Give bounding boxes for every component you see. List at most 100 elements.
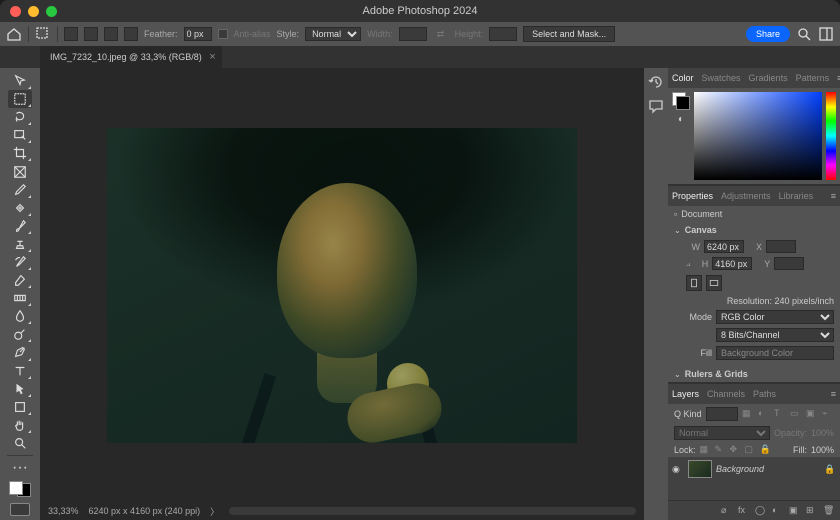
hue-mode-icon[interactable]: ◐ xyxy=(678,114,684,125)
edit-toolbar-button[interactable]: ··· xyxy=(8,459,32,477)
layer-name[interactable]: Background xyxy=(716,464,820,474)
lasso-tool[interactable] xyxy=(8,108,32,126)
hue-slider[interactable] xyxy=(826,92,836,180)
canvas-width-input[interactable] xyxy=(704,240,744,253)
lock-image-icon[interactable]: ✎ xyxy=(715,444,726,455)
canvas-x-input[interactable] xyxy=(766,240,796,253)
filter-shape-icon[interactable]: ▭ xyxy=(790,408,802,420)
portrait-orient-button[interactable] xyxy=(686,275,702,291)
selection-intersect-button[interactable] xyxy=(124,27,138,41)
clone-stamp-tool[interactable] xyxy=(8,235,32,253)
layer-lock-icon[interactable]: 🔒 xyxy=(824,464,836,475)
history-panel-icon[interactable] xyxy=(648,74,664,90)
blur-tool[interactable] xyxy=(8,307,32,325)
bit-depth-select[interactable]: 8 Bits/Channel xyxy=(716,328,834,342)
selection-tool[interactable] xyxy=(8,126,32,144)
lock-position-icon[interactable]: ✥ xyxy=(730,444,741,455)
tool-preset-icon[interactable] xyxy=(35,26,51,42)
filter-pixel-icon[interactable]: ▦ xyxy=(742,408,754,420)
link-wh-icon[interactable]: ⟓ xyxy=(686,258,690,269)
style-select[interactable]: Normal xyxy=(305,27,361,41)
tab-adjustments[interactable]: Adjustments xyxy=(721,191,771,201)
layer-mask-icon[interactable]: ◯ xyxy=(755,505,766,516)
canvas-y-input[interactable] xyxy=(774,257,804,270)
layers-panel-menu-icon[interactable]: ≡ xyxy=(831,389,836,399)
color-picker[interactable]: ◐ xyxy=(668,88,840,184)
tab-libraries[interactable]: Libraries xyxy=(779,191,814,201)
feather-input[interactable] xyxy=(184,27,212,41)
foreground-color-swatch[interactable] xyxy=(9,481,23,495)
tab-layers[interactable]: Layers xyxy=(672,389,699,399)
window-minimize[interactable] xyxy=(28,6,39,17)
layer-filter-kind[interactable] xyxy=(706,407,738,421)
quick-mask-button[interactable] xyxy=(10,503,30,516)
dodge-tool[interactable] xyxy=(8,325,32,343)
gradient-tool[interactable] xyxy=(8,289,32,307)
select-and-mask-button[interactable]: Select and Mask... xyxy=(523,26,615,42)
tab-swatches[interactable]: Swatches xyxy=(702,73,741,83)
tab-properties[interactable]: Properties xyxy=(672,191,713,201)
layer-row[interactable]: ◉ Background 🔒 xyxy=(668,457,840,481)
close-tab-icon[interactable]: × xyxy=(209,51,215,63)
frame-tool[interactable] xyxy=(8,162,32,180)
doc-dimensions[interactable]: 6240 px x 4160 px (240 ppi) xyxy=(89,506,201,516)
canvas-viewport[interactable] xyxy=(40,68,644,502)
zoom-tool[interactable] xyxy=(8,434,32,452)
tab-channels[interactable]: Channels xyxy=(707,389,745,399)
home-icon[interactable] xyxy=(6,26,22,42)
document-image[interactable] xyxy=(107,128,577,443)
delete-layer-icon[interactable]: 🗑 xyxy=(823,505,834,516)
spot-heal-tool[interactable] xyxy=(8,199,32,217)
share-button[interactable]: Share xyxy=(746,26,790,42)
filter-toggle-icon[interactable]: ⌁ xyxy=(822,408,834,420)
landscape-orient-button[interactable] xyxy=(706,275,722,291)
tab-color[interactable]: Color xyxy=(672,73,694,83)
marquee-tool[interactable] xyxy=(8,90,32,108)
pen-tool[interactable] xyxy=(8,343,32,361)
visibility-icon[interactable]: ◉ xyxy=(672,464,684,475)
filter-type-icon[interactable]: T xyxy=(774,408,786,420)
lock-all-icon[interactable]: 🔒 xyxy=(760,444,771,455)
type-tool[interactable] xyxy=(8,362,32,380)
document-tab[interactable]: IMG_7232_10.jpeg @ 33,3% (RGB/8) × xyxy=(40,46,222,68)
selection-add-button[interactable] xyxy=(84,27,98,41)
filter-smart-icon[interactable]: ▣ xyxy=(806,408,818,420)
window-close[interactable] xyxy=(10,6,21,17)
tab-patterns[interactable]: Patterns xyxy=(796,73,830,83)
brush-tool[interactable] xyxy=(8,217,32,235)
eraser-tool[interactable] xyxy=(8,271,32,289)
history-brush-tool[interactable] xyxy=(8,253,32,271)
new-layer-icon[interactable]: ⊞ xyxy=(806,505,817,516)
shape-tool[interactable] xyxy=(8,398,32,416)
color-swatches[interactable] xyxy=(9,481,31,498)
zoom-readout[interactable]: 33,33% xyxy=(48,506,79,516)
fill-background-button[interactable]: Background Color xyxy=(716,346,834,360)
link-layers-icon[interactable]: ⌀ xyxy=(721,505,732,516)
lock-artboard-icon[interactable]: ▢ xyxy=(745,444,756,455)
hand-tool[interactable] xyxy=(8,416,32,434)
comments-panel-icon[interactable] xyxy=(648,98,664,114)
horizontal-scrollbar[interactable] xyxy=(229,507,636,515)
workspace-icon[interactable] xyxy=(818,26,834,42)
layer-fx-icon[interactable]: fx xyxy=(738,505,749,516)
search-icon[interactable] xyxy=(796,26,812,42)
color-mode-select[interactable]: RGB Color xyxy=(716,310,834,324)
blend-mode-select[interactable]: Normal xyxy=(674,426,770,440)
color-field[interactable] xyxy=(694,92,822,180)
path-selection-tool[interactable] xyxy=(8,380,32,398)
selection-new-button[interactable] xyxy=(64,27,78,41)
eyedropper-tool[interactable] xyxy=(8,181,32,199)
properties-panel-menu-icon[interactable]: ≡ xyxy=(831,191,836,201)
window-maximize[interactable] xyxy=(46,6,57,17)
layer-fill-value[interactable]: 100% xyxy=(811,445,834,455)
move-tool[interactable] xyxy=(8,72,32,90)
rulers-section-label[interactable]: Rulers & Grids xyxy=(685,369,748,379)
crop-tool[interactable] xyxy=(8,144,32,162)
selection-subtract-button[interactable] xyxy=(104,27,118,41)
tab-gradients[interactable]: Gradients xyxy=(749,73,788,83)
layer-thumbnail[interactable] xyxy=(688,460,712,478)
canvas-section-label[interactable]: Canvas xyxy=(685,225,717,235)
tab-paths[interactable]: Paths xyxy=(753,389,776,399)
lock-transparent-icon[interactable]: ▦ xyxy=(700,444,711,455)
new-fill-adjust-icon[interactable]: ◐ xyxy=(772,505,783,516)
